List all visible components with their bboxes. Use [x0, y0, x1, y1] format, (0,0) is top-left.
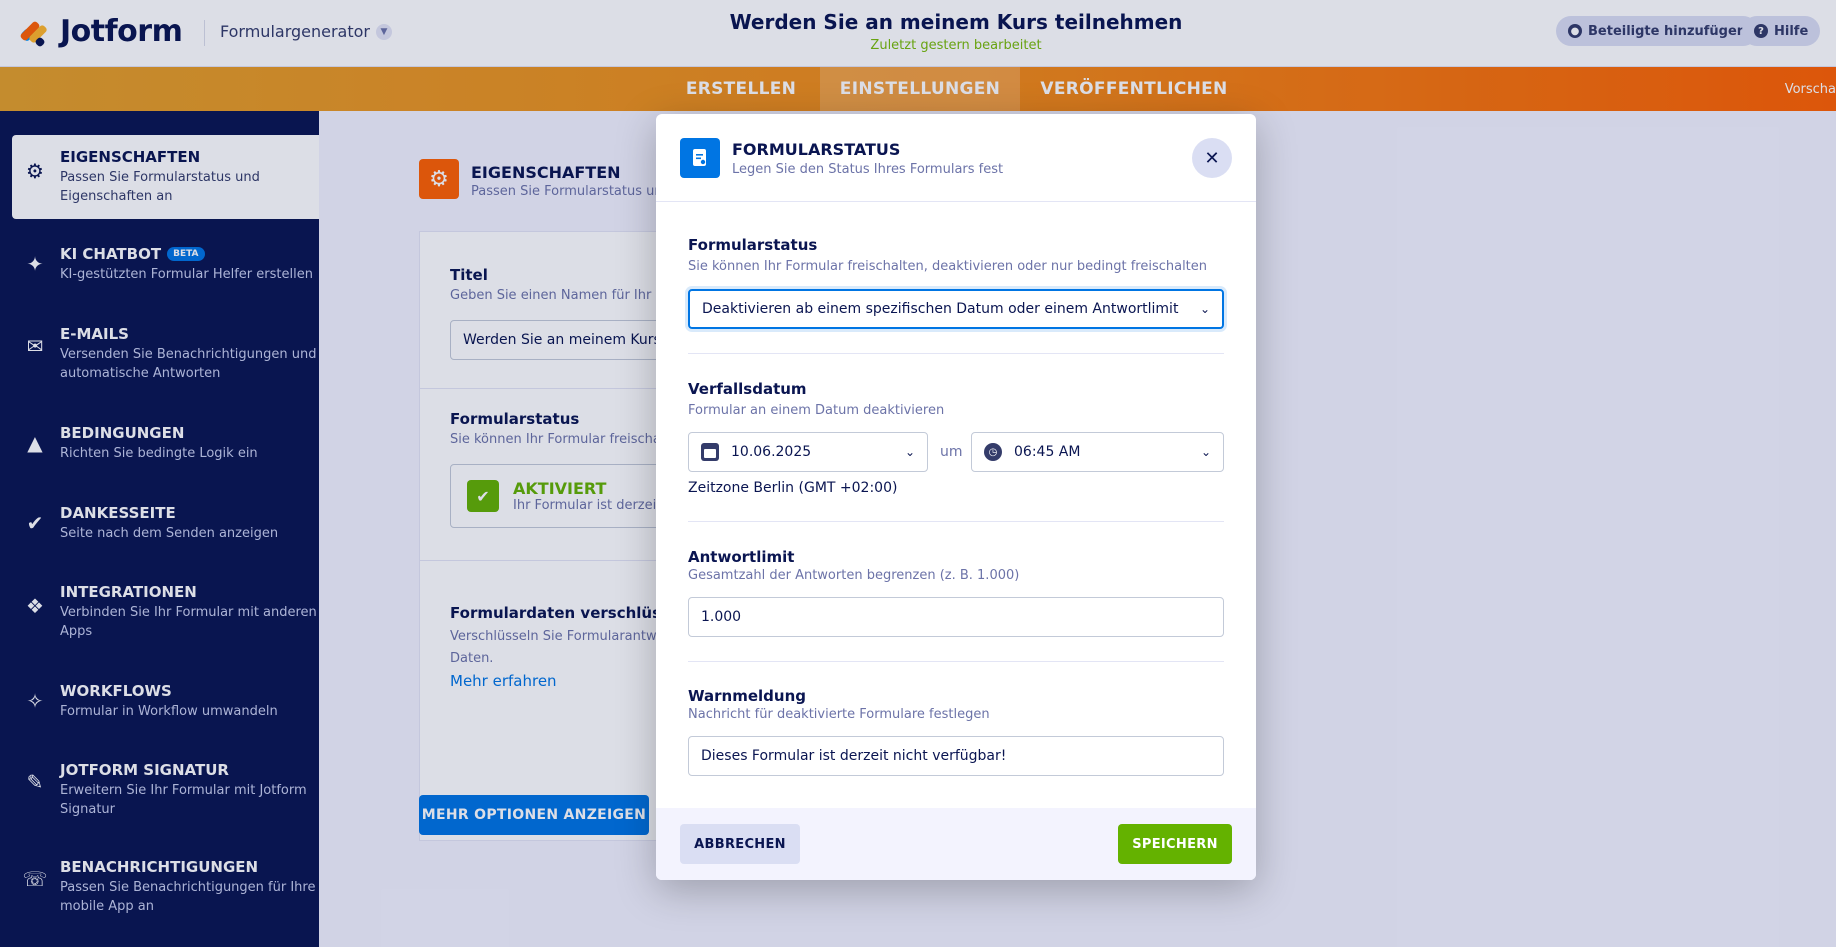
chevron-down-icon: ⌄ — [904, 445, 915, 459]
clock-icon: ◷ — [984, 443, 1002, 461]
status-label: Formularstatus — [688, 236, 818, 254]
warning-label: Warnmeldung — [688, 687, 806, 705]
at-label: um — [940, 444, 963, 460]
divider — [688, 521, 1224, 522]
time-picker[interactable]: ◷ 06:45 AM ⌄ — [971, 432, 1224, 472]
modal-title: FORMULARSTATUS — [732, 140, 901, 159]
modal-header: FORMULARSTATUS Legen Sie den Status Ihre… — [656, 114, 1256, 202]
expiry-label: Verfallsdatum — [688, 380, 807, 398]
divider — [688, 353, 1224, 354]
chevron-down-icon: ⌄ — [1200, 445, 1211, 459]
divider — [688, 661, 1224, 662]
calendar-icon — [701, 443, 719, 461]
limit-label: Antwortlimit — [688, 548, 795, 566]
expiry-desc: Formular an einem Datum deaktivieren — [688, 403, 945, 418]
cancel-button[interactable]: ABBRECHEN — [680, 824, 800, 864]
warning-message-input[interactable]: Dieses Formular ist derzeit nicht verfüg… — [688, 736, 1224, 776]
modal-subtitle: Legen Sie den Status Ihres Formulars fes… — [732, 162, 1004, 177]
response-limit-input[interactable]: 1.000 — [688, 597, 1224, 637]
warning-desc: Nachricht für deaktivierte Formulare fes… — [688, 707, 990, 722]
status-dropdown[interactable]: Deaktivieren ab einem spezifischen Datum… — [688, 289, 1224, 329]
close-icon[interactable]: ✕ — [1192, 138, 1232, 178]
time-value: 06:45 AM — [1014, 444, 1081, 460]
status-section: Formularstatus Sie können Ihr Formular f… — [688, 236, 1224, 274]
form-status-icon — [680, 138, 720, 178]
expiry-section: Verfallsdatum Formular an einem Datum de… — [688, 380, 1224, 418]
date-value: 10.06.2025 — [731, 444, 812, 460]
timezone-label: Zeitzone Berlin (GMT +02:00) — [688, 480, 898, 496]
modal-footer: ABBRECHEN SPEICHERN — [656, 808, 1256, 880]
form-status-modal: FORMULARSTATUS Legen Sie den Status Ihre… — [656, 114, 1256, 880]
limit-desc: Gesamtzahl der Antworten begrenzen (z. B… — [688, 568, 1020, 583]
limit-section: Antwortlimit Gesamtzahl der Antworten be… — [688, 548, 1224, 583]
date-picker[interactable]: 10.06.2025 ⌄ — [688, 432, 928, 472]
warning-section: Warnmeldung Nachricht für deaktivierte F… — [688, 687, 1224, 722]
save-button[interactable]: SPEICHERN — [1118, 824, 1232, 864]
status-selected-value: Deaktivieren ab einem spezifischen Datum… — [702, 301, 1179, 317]
status-desc: Sie können Ihr Formular freischalten, de… — [688, 259, 1208, 274]
chevron-down-icon: ⌄ — [1199, 302, 1210, 316]
